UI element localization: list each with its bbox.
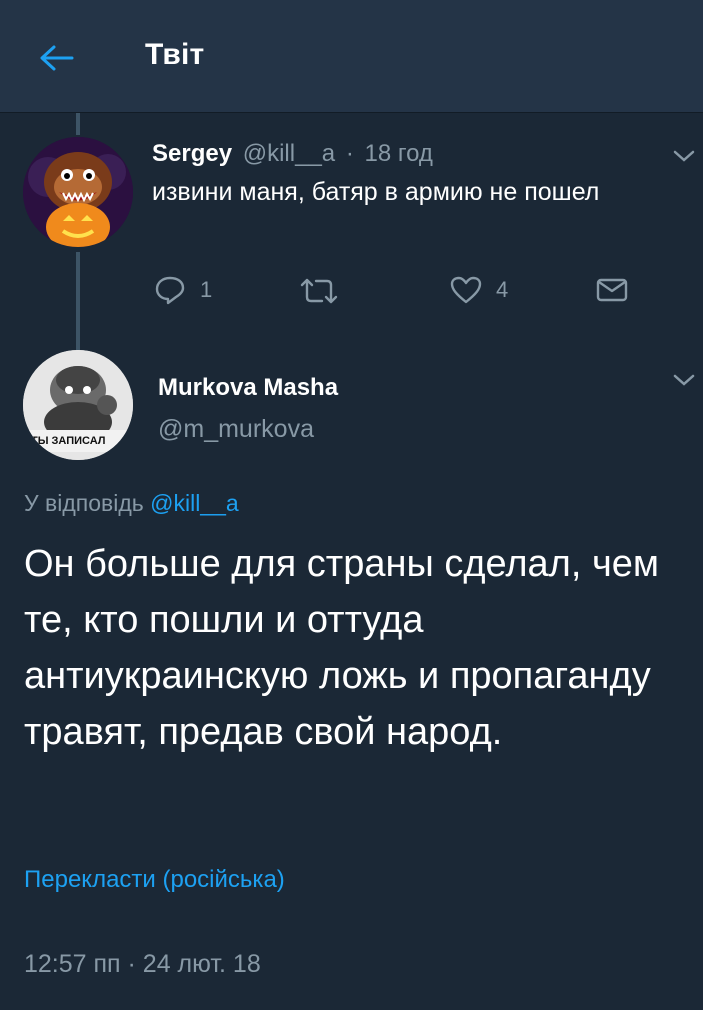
like-count: 4 — [496, 277, 509, 302]
avatar-caption: ТЫ ЗАПИСАЛ — [31, 435, 106, 447]
like-button[interactable]: 4 — [450, 276, 508, 304]
author-name[interactable]: Sergey — [152, 140, 232, 167]
tweet-text: Он больше для страны сделал, чем те, кто… — [24, 543, 660, 753]
reply-prefix: У відповідь — [24, 490, 144, 516]
envelope-icon — [596, 278, 628, 302]
avatar[interactable]: ТЫ ЗАПИСАЛ — [23, 350, 133, 460]
message-button[interactable] — [596, 277, 628, 303]
translate-link[interactable]: Перекласти (російська) — [24, 866, 285, 894]
tweet-timestamp: 12:57 пп · 24 лют. 18 — [24, 950, 261, 978]
back-arrow-icon — [40, 45, 74, 71]
reply-icon — [155, 276, 185, 305]
retweet-icon — [300, 278, 338, 304]
author-handle[interactable]: @m_murkova — [158, 415, 314, 444]
retweet-button[interactable] — [298, 277, 354, 305]
reply-to-link[interactable]: @kill__a — [150, 490, 239, 516]
tweet-menu-caret[interactable] — [672, 372, 700, 392]
taz-pumpkin-avatar-image — [23, 137, 133, 247]
tweet-text: извини маня, батяр в армию не пошел — [152, 178, 600, 206]
author-name[interactable]: Murkova Masha — [158, 374, 338, 402]
time-separator: · — [345, 140, 354, 167]
reply-context: У відповідь @kill__a — [24, 490, 239, 517]
time-ago[interactable]: 18 год — [364, 140, 432, 167]
tweet-menu-caret[interactable] — [672, 148, 700, 168]
chevron-down-icon — [673, 150, 695, 162]
thread-line-top — [76, 113, 80, 135]
author-handle[interactable]: @kill__a — [243, 140, 335, 167]
parent-author-line: Sergey @kill__a · 18 год — [152, 140, 433, 168]
top-bar: Твіт — [0, 0, 703, 113]
heart-icon — [450, 276, 482, 304]
reply-count: 1 — [200, 277, 213, 302]
reply-button[interactable]: 1 — [154, 275, 212, 305]
page-title: Твіт — [145, 38, 205, 71]
back-button[interactable] — [28, 36, 84, 80]
avatar[interactable] — [23, 137, 133, 247]
chevron-down-icon — [673, 374, 695, 386]
thread-line-bottom — [76, 252, 80, 360]
